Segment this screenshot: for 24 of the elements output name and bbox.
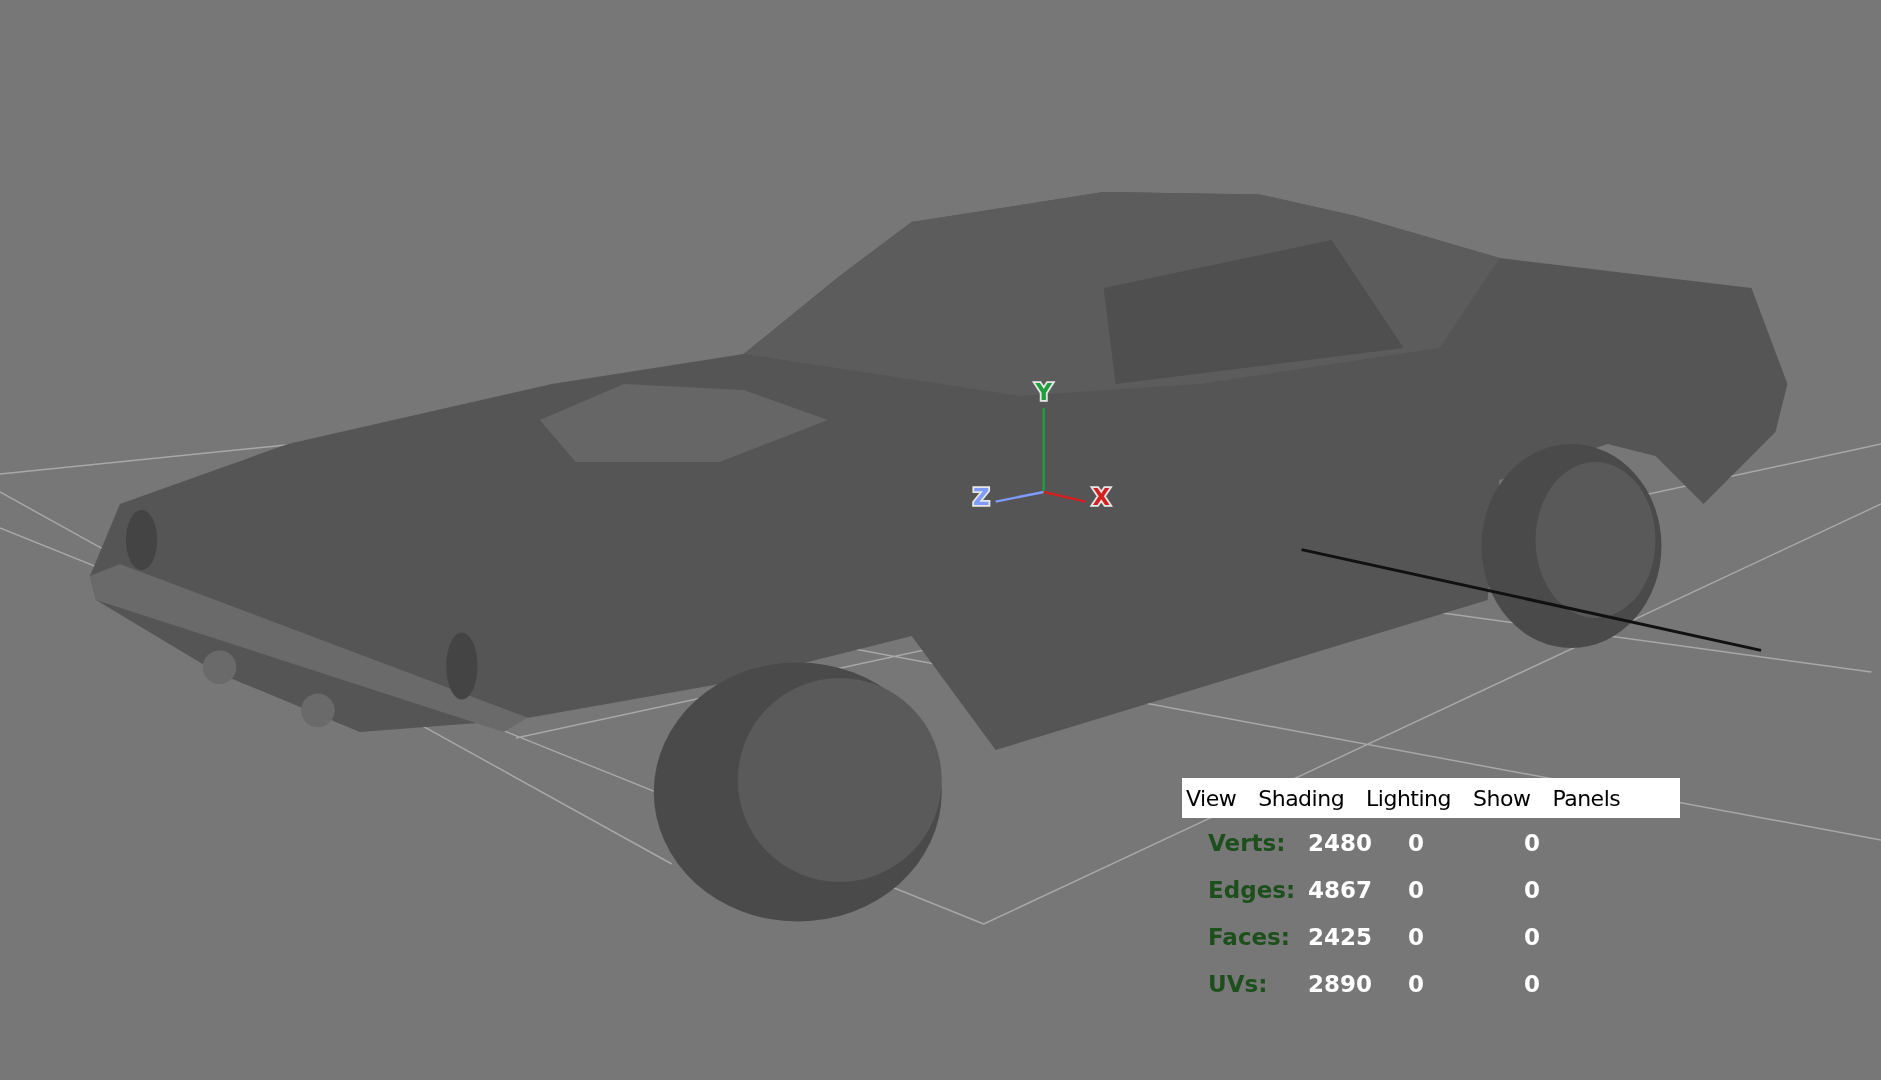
- menu-item[interactable]: Panels: [1552, 785, 1621, 811]
- stat-value: 4867: [1308, 876, 1373, 905]
- stat-value: 0: [1524, 970, 1541, 999]
- menu-item[interactable]: View: [1186, 785, 1237, 811]
- stat-value: 2890: [1308, 970, 1373, 999]
- stat-label: UVs:: [1208, 970, 1269, 999]
- stat-label: Faces:: [1208, 923, 1291, 952]
- stat-label: Edges:: [1208, 876, 1297, 905]
- stat-value: 0: [1408, 829, 1425, 858]
- stat-value: 2425: [1308, 923, 1373, 952]
- stat-value: 0: [1524, 876, 1541, 905]
- stat-value: 0: [1524, 829, 1541, 858]
- axis-label: Y: [1035, 378, 1052, 405]
- stat-value: 0: [1408, 876, 1425, 905]
- menu-item[interactable]: Lighting: [1366, 785, 1452, 811]
- stat-value: 0: [1408, 923, 1425, 952]
- axis-label: Z: [973, 484, 990, 511]
- stat-value: 2480: [1308, 829, 1373, 858]
- stat-label: Verts:: [1208, 829, 1287, 858]
- stat-value: 0: [1524, 923, 1541, 952]
- menu-item[interactable]: Shading: [1258, 785, 1345, 811]
- stat-value: 0: [1408, 970, 1425, 999]
- axis-label: X: [1092, 484, 1111, 511]
- menu-item[interactable]: Show: [1473, 785, 1531, 811]
